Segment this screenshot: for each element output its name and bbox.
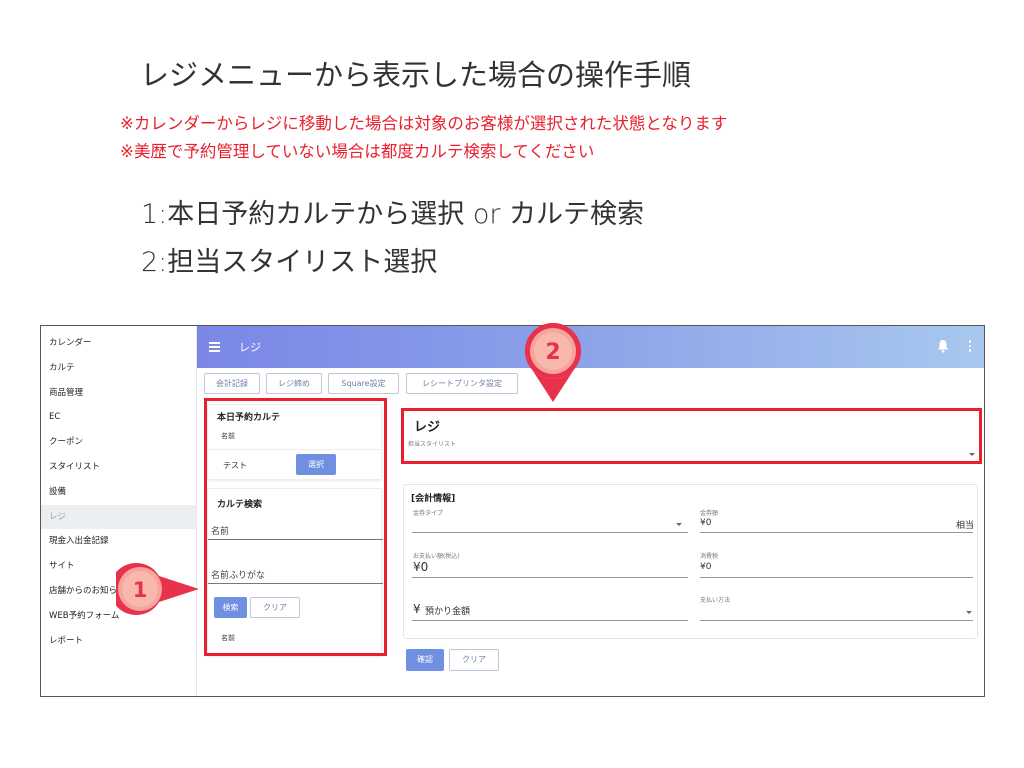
- tax-label: 消費税: [700, 553, 719, 560]
- receipt-printer-settings-button[interactable]: レシートプリンタ設定: [406, 373, 518, 394]
- sidebar-item-report[interactable]: レポート: [41, 629, 196, 654]
- step-2-marker: 2: [525, 323, 581, 402]
- highlight-customer-selection: [204, 398, 387, 656]
- accounting-card: [会計情報] 金券タイプ 金券額 ¥0 相当 お支払い額(税込) ¥0 消費税 …: [403, 484, 978, 639]
- bell-icon[interactable]: [937, 339, 949, 353]
- payment-method-label: 支払い方法: [700, 597, 731, 604]
- app-screenshot: カレンダー カルテ 商品管理 EC クーポン スタイリスト 設備 レジ 現金入出…: [40, 325, 985, 697]
- step-2: 2:担当スタイリスト選択: [141, 247, 438, 278]
- deposit-input[interactable]: 預かり金額: [425, 604, 470, 617]
- tax-value: ¥0: [700, 562, 712, 572]
- ticket-type-dropdown-icon[interactable]: [676, 523, 682, 526]
- sales-record-button[interactable]: 会計記録: [204, 373, 260, 394]
- highlight-stylist-selection: [401, 408, 982, 464]
- note-search: ※美歴で予約管理していない場合は都度カルテ検索してください: [120, 142, 595, 161]
- sidebar-item-calendar[interactable]: カレンダー: [41, 331, 196, 356]
- deposit-currency: ¥: [413, 602, 421, 616]
- more-vert-icon[interactable]: [968, 340, 972, 354]
- equivalent-label: 相当: [956, 521, 975, 531]
- regi-close-button[interactable]: レジ締め: [266, 373, 322, 394]
- slide-title: レジメニューから表示した場合の操作手順: [140, 58, 692, 92]
- sidebar-item-cash-record[interactable]: 現金入出金記録: [41, 529, 196, 554]
- sidebar-item-stylist[interactable]: スタイリスト: [41, 455, 196, 480]
- confirm-button[interactable]: 確認: [406, 649, 444, 671]
- sidebar-item-karte[interactable]: カルテ: [41, 356, 196, 381]
- payment-amount-label: お支払い額(税込): [413, 553, 460, 560]
- sidebar-item-equipment[interactable]: 設備: [41, 480, 196, 505]
- ticket-type-select[interactable]: [412, 532, 688, 533]
- square-settings-button[interactable]: Square設定: [328, 373, 399, 394]
- accounting-clear-button[interactable]: クリア: [449, 649, 499, 671]
- payment-method-dropdown-icon[interactable]: [966, 611, 972, 614]
- topbar-title: レジ: [239, 341, 261, 354]
- sidebar: カレンダー カルテ 商品管理 EC クーポン スタイリスト 設備 レジ 現金入出…: [41, 326, 197, 696]
- sidebar-item-regi[interactable]: レジ: [41, 504, 196, 530]
- ticket-type-label: 金券タイプ: [413, 510, 444, 517]
- sidebar-item-products[interactable]: 商品管理: [41, 381, 196, 406]
- ticket-amount-value: ¥0: [700, 518, 712, 528]
- payment-method-select[interactable]: [700, 620, 973, 621]
- marker-two-label: 2: [545, 340, 560, 365]
- menu-icon[interactable]: [209, 337, 223, 357]
- note-calendar: ※カレンダーからレジに移動した場合は対象のお客様が選択された状態となります: [120, 114, 728, 133]
- accounting-title: [会計情報]: [411, 494, 456, 504]
- ticket-amount-label: 金券額: [700, 510, 719, 517]
- app-topbar: レジ: [197, 326, 984, 368]
- sidebar-item-ec[interactable]: EC: [41, 405, 196, 430]
- payment-amount-value: ¥0: [413, 560, 429, 574]
- step-1: 1:本日予約カルテから選択 or カルテ検索: [141, 199, 645, 230]
- marker-one-label: 1: [133, 578, 148, 602]
- sidebar-item-coupon[interactable]: クーポン: [41, 430, 196, 455]
- step-1-marker: 1: [116, 562, 199, 616]
